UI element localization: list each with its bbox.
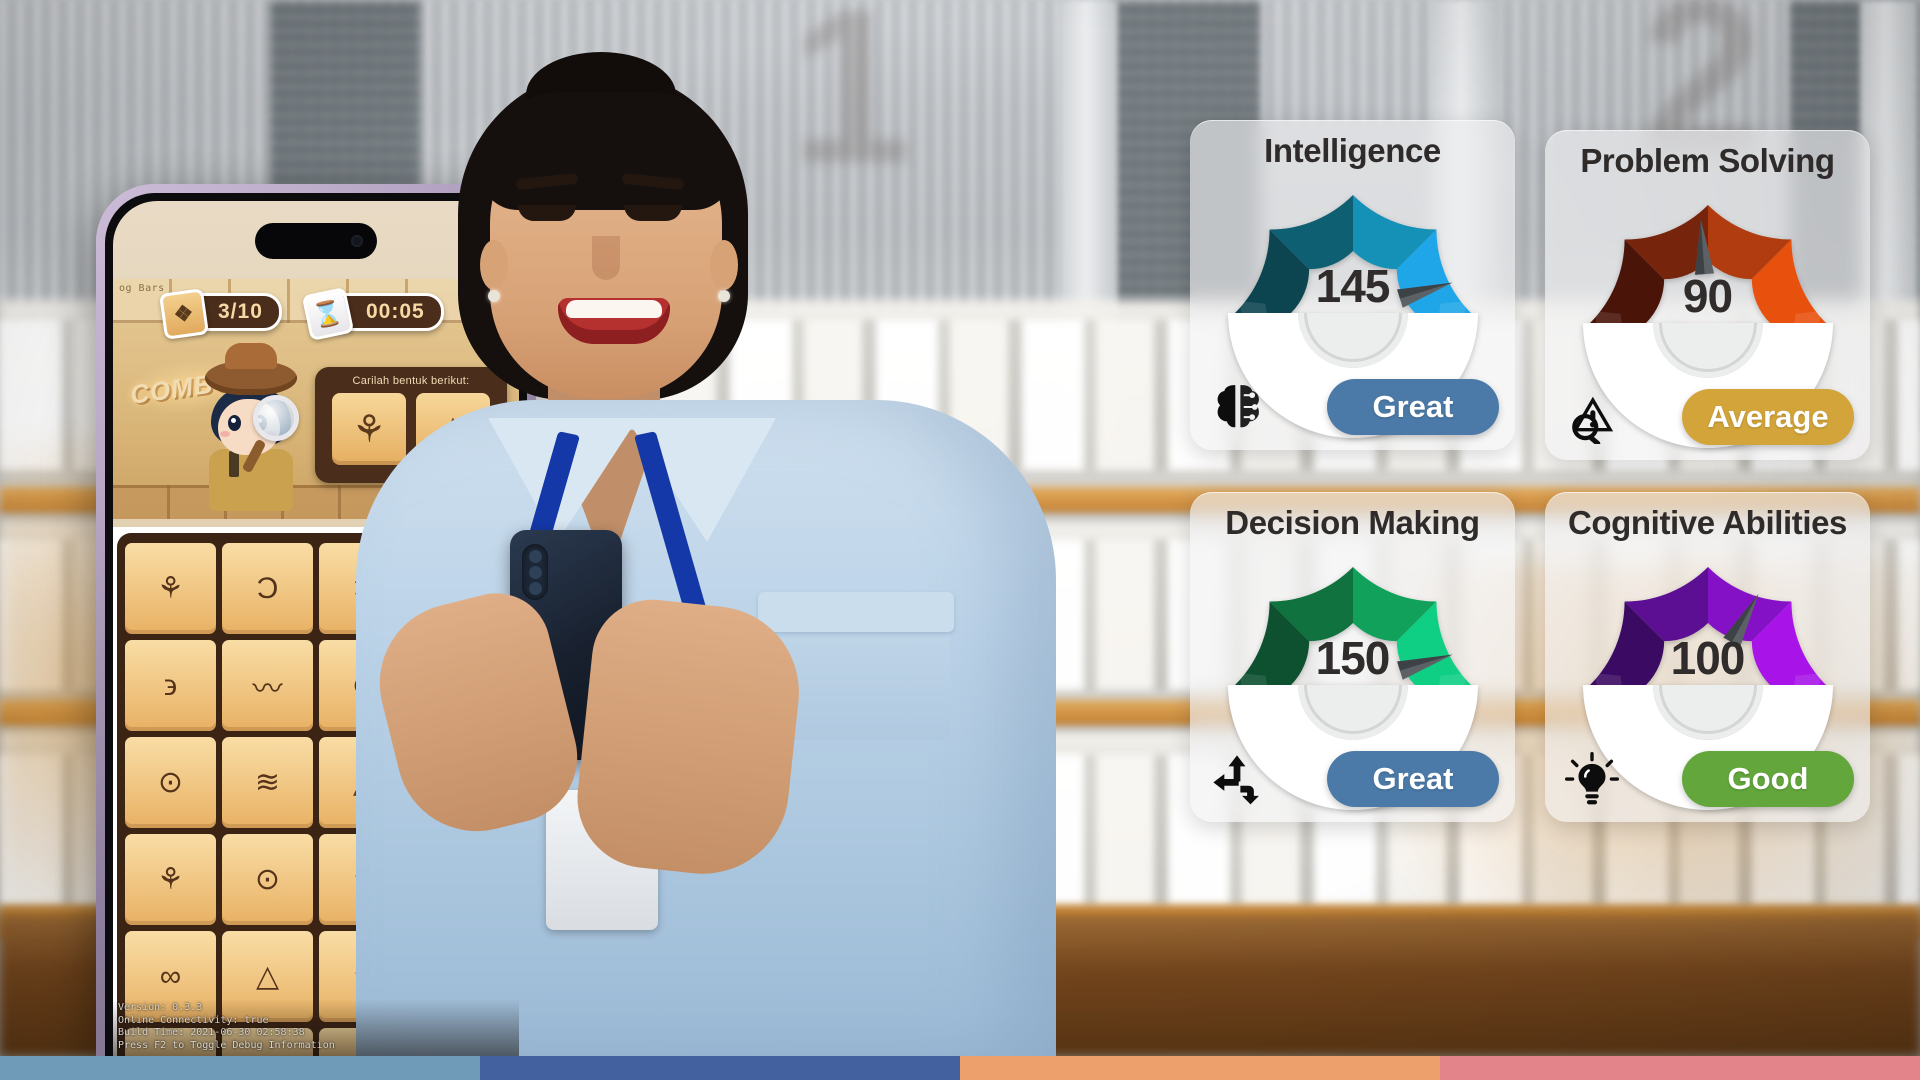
debug-line: Online Connectivity: true bbox=[118, 1014, 269, 1026]
symbol-tile[interactable]: 〰 bbox=[222, 640, 313, 731]
eye bbox=[624, 205, 682, 221]
camera-lens-icon bbox=[529, 582, 542, 595]
arrows-three-way-icon bbox=[1206, 750, 1268, 808]
symbol-tile[interactable]: ⊙ bbox=[125, 737, 216, 828]
card-title: Cognitive Abilities bbox=[1567, 504, 1848, 541]
card-title: Intelligence bbox=[1264, 132, 1441, 169]
symbol-tile[interactable]: ≋ bbox=[222, 737, 313, 828]
card-footer: Good bbox=[1561, 750, 1854, 808]
symbol-tile[interactable]: ϶ bbox=[125, 640, 216, 731]
nose bbox=[592, 236, 620, 280]
symbol-tile[interactable]: Ɔ bbox=[222, 543, 313, 634]
person-photo bbox=[330, 0, 1070, 1060]
hair-fringe bbox=[480, 92, 732, 210]
earring bbox=[488, 290, 500, 302]
color-bar-segment bbox=[1440, 1056, 1920, 1080]
progress-counter: ❖ 3/10 bbox=[159, 288, 282, 340]
color-bar-segment bbox=[960, 1056, 1440, 1080]
rating-badge[interactable]: Good bbox=[1682, 751, 1854, 807]
gauge-card-decision-making[interactable]: Decision Making 150 Great bbox=[1190, 492, 1515, 822]
gauge-card-problem-solving[interactable]: Problem Solving 90 Average bbox=[1545, 130, 1870, 460]
card-title: Problem Solving bbox=[1580, 142, 1835, 179]
color-bar-segment bbox=[0, 1056, 480, 1080]
symbol-tile[interactable]: ⚘ bbox=[125, 834, 216, 925]
flower-tile-icon: ❖ bbox=[159, 288, 209, 340]
earring bbox=[718, 290, 730, 302]
rating-badge[interactable]: Great bbox=[1327, 751, 1499, 807]
gauge-card-intelligence[interactable]: Intelligence 145 Great bbox=[1190, 120, 1515, 450]
card-footer: Great bbox=[1206, 378, 1499, 436]
character-blush bbox=[220, 431, 230, 437]
dynamic-island bbox=[255, 223, 377, 259]
character-eye bbox=[228, 415, 241, 431]
game-log-text: og Bars bbox=[119, 283, 165, 294]
character-hat bbox=[205, 343, 297, 395]
gauge-value: 150 bbox=[1315, 631, 1391, 684]
gauge-value: 145 bbox=[1315, 259, 1391, 312]
rating-badge[interactable]: Average bbox=[1682, 389, 1854, 445]
card-title: Decision Making bbox=[1225, 504, 1480, 541]
character-tie bbox=[229, 451, 239, 477]
color-bar bbox=[0, 1056, 1920, 1080]
card-footer: Average bbox=[1561, 388, 1854, 446]
camera-lens-icon bbox=[529, 566, 542, 579]
gauge: 150 bbox=[1206, 549, 1499, 810]
right-hand bbox=[570, 593, 808, 883]
debug-line: Press F2 to Toggle Debug Information bbox=[118, 1039, 335, 1051]
debug-overlay: Version: 0.3.3 Online Connectivity: true B… bbox=[113, 999, 519, 1056]
magnifier-icon bbox=[253, 395, 299, 441]
gauge: 90 bbox=[1561, 187, 1854, 448]
color-bar-segment bbox=[480, 1056, 960, 1080]
eye bbox=[518, 205, 576, 221]
brain-circuit-icon bbox=[1206, 378, 1268, 436]
progress-counter-label: 3/10 bbox=[218, 300, 263, 323]
gauge-value: 100 bbox=[1670, 631, 1746, 684]
ear bbox=[480, 240, 508, 290]
gauge-card-cognitive-abilities[interactable]: Cognitive Abilities 100 Good bbox=[1545, 492, 1870, 822]
debug-line: Version: 0.3.3 bbox=[118, 1002, 203, 1013]
symbol-tile[interactable]: ⚘ bbox=[125, 543, 216, 634]
phone-camera-module bbox=[522, 544, 548, 600]
card-footer: Great bbox=[1206, 750, 1499, 808]
shirt-pocket-flap bbox=[758, 592, 954, 632]
symbol-tile[interactable]: ⊙ bbox=[222, 834, 313, 925]
debug-line: Build Time: 2021-06-30 02:58:38 bbox=[118, 1027, 305, 1038]
ear bbox=[710, 240, 738, 290]
detective-character bbox=[191, 343, 311, 511]
gauge-card-grid: Intelligence 145 Great Problem Solving 90 Ave… bbox=[1190, 120, 1880, 832]
camera-lens-icon bbox=[529, 550, 542, 563]
gauge: 100 bbox=[1561, 549, 1854, 810]
teeth bbox=[566, 300, 662, 318]
gauge: 145 bbox=[1206, 177, 1499, 438]
lightbulb-icon bbox=[1561, 750, 1623, 808]
gauge-value: 90 bbox=[1682, 269, 1733, 322]
rating-badge[interactable]: Great bbox=[1327, 379, 1499, 435]
screenshot-stage: 1 2 og Bars ❖ 3/10 bbox=[0, 0, 1920, 1080]
warning-magnifier-icon bbox=[1561, 388, 1623, 446]
